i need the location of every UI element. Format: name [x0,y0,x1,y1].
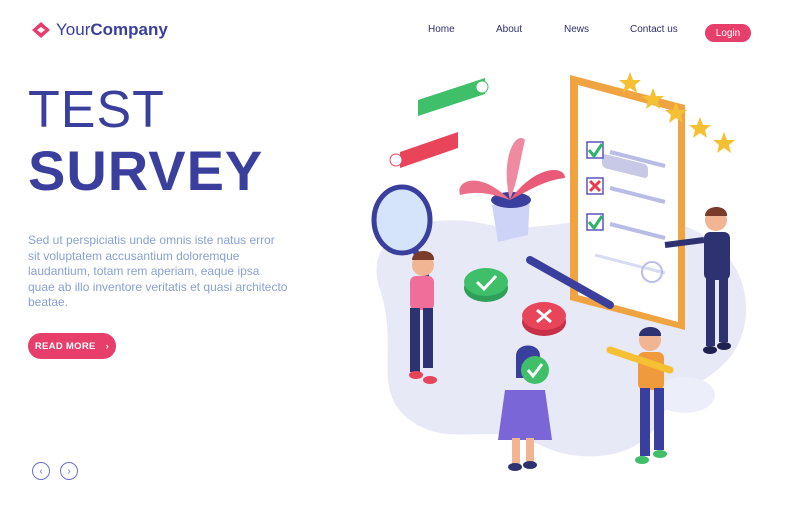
star-icon [689,117,711,138]
star-icon [713,132,735,153]
brand-name: YourCompany [56,20,168,39]
diamond-logo-icon [32,22,50,38]
nav-news[interactable]: News [564,24,589,35]
next-slide-button[interactable]: › [60,462,78,480]
hero-title-line2: SURVEY [28,139,264,202]
nav-about[interactable]: About [496,24,522,35]
chat-bubbles [389,78,489,168]
prev-slide-button[interactable]: ‹ [32,462,50,480]
reject-token [522,302,566,336]
avatar-icon [389,153,403,167]
survey-illustration [371,72,747,471]
approve-token [464,268,508,302]
hero-description: Sed ut perspiciatis unde omnis iste natu… [28,233,288,309]
read-more-button[interactable]: READ MORE › [28,333,116,359]
login-button[interactable]: Login [705,24,751,42]
avatar-icon [475,80,489,94]
read-more-label: READ MORE [34,340,96,352]
logo[interactable]: YourCompany [32,20,168,40]
chevron-right-icon: › [105,340,110,352]
nav-contact[interactable]: Contact us [630,24,678,35]
chevron-right-icon: › [67,465,71,477]
chevron-left-icon: ‹ [39,465,43,477]
nav-home[interactable]: Home [428,24,455,35]
hero-title-line1: TEST [28,81,165,139]
